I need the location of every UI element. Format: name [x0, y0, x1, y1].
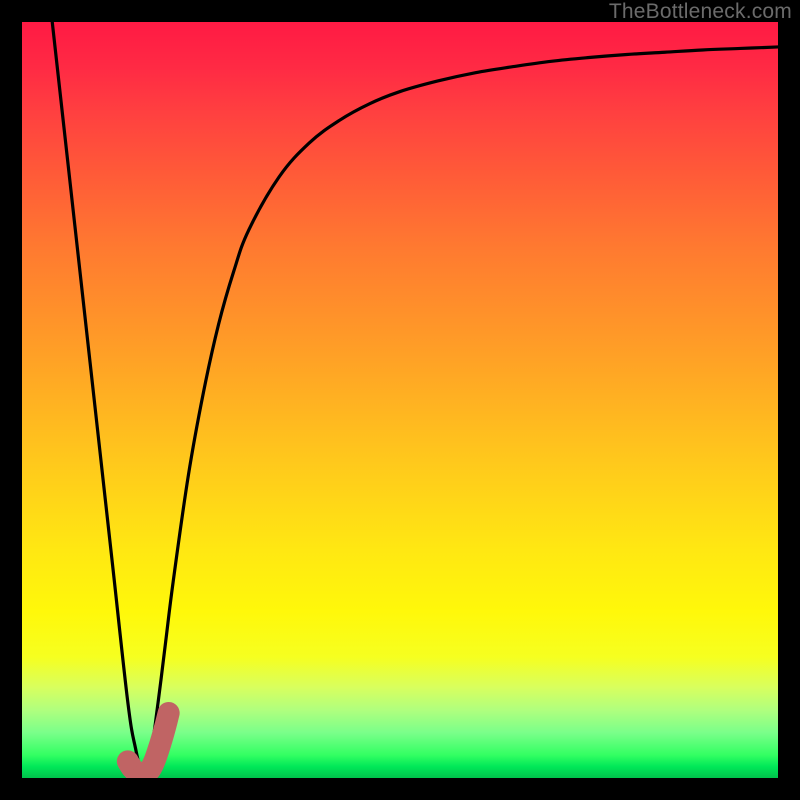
- watermark-text: TheBottleneck.com: [609, 0, 792, 24]
- heat-gradient-background: [22, 22, 778, 778]
- plot-area: [22, 22, 778, 778]
- chart-frame: TheBottleneck.com: [0, 0, 800, 800]
